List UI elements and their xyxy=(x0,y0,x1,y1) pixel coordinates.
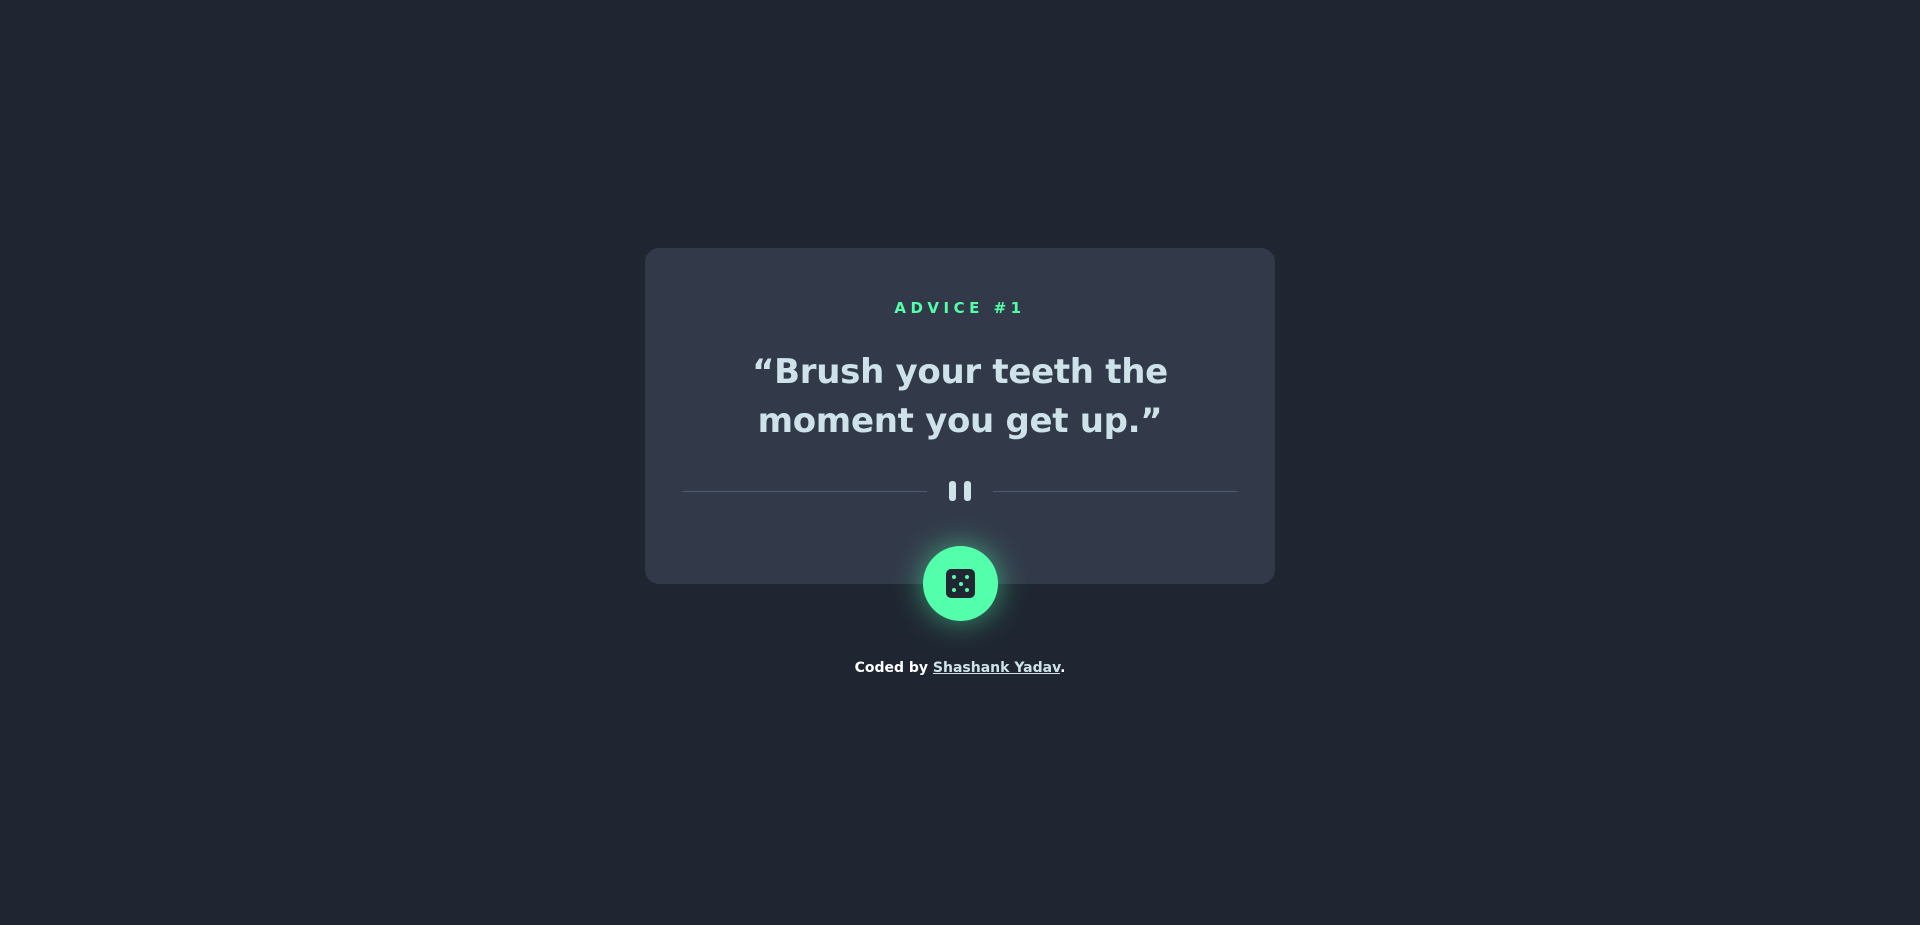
pause-icon xyxy=(947,481,973,501)
advice-card: ADVICE #1 “Brush your teeth the moment y… xyxy=(645,248,1275,584)
author-link[interactable]: Shashank Yadav xyxy=(933,660,1060,676)
dice-pip xyxy=(965,588,969,592)
page: ADVICE #1 “Brush your teeth the moment y… xyxy=(0,0,1920,925)
advice-number-label: ADVICE #1 xyxy=(894,299,1026,317)
dice-pip xyxy=(965,575,969,579)
dice-pip xyxy=(952,588,956,592)
dice-icon xyxy=(946,569,975,598)
attribution-suffix: . xyxy=(1060,660,1066,676)
advice-quote: “Brush your teeth the moment you get up.… xyxy=(752,352,1168,441)
dice-pip xyxy=(952,575,956,579)
attribution-footer: Coded by Shashank Yadav. xyxy=(0,660,1920,676)
attribution-prefix: Coded by xyxy=(854,660,933,676)
dice-pip xyxy=(958,581,963,586)
divider-line-left xyxy=(683,491,927,492)
new-advice-button[interactable] xyxy=(923,546,998,621)
pause-bar-right xyxy=(964,481,971,501)
pause-bar-left xyxy=(949,481,956,501)
divider-line-right xyxy=(993,491,1237,492)
pattern-divider xyxy=(683,481,1237,501)
